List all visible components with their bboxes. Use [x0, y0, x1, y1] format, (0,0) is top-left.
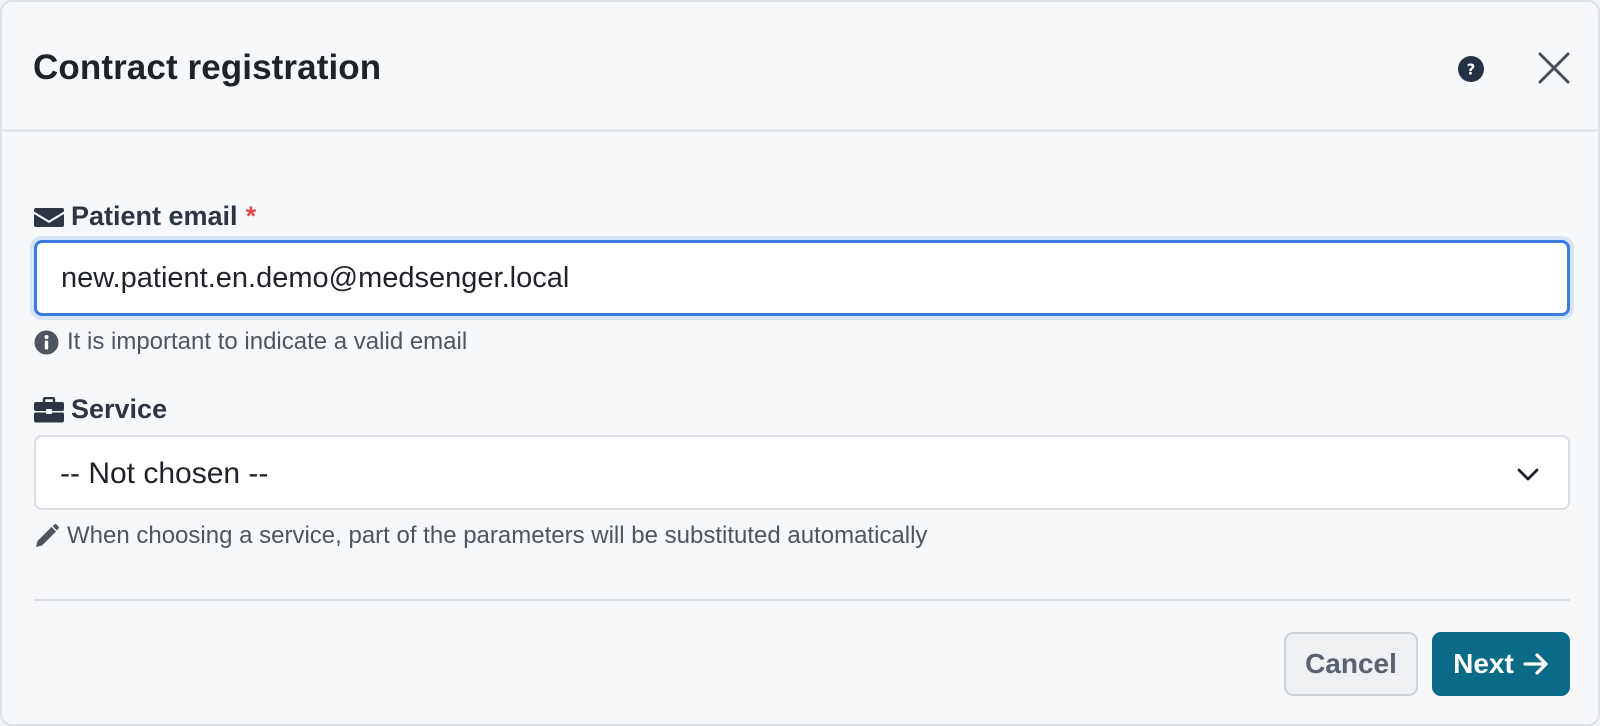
svg-text:?: ?: [1467, 61, 1476, 79]
service-selected-value: -- Not chosen --: [60, 457, 269, 490]
footer-divider: [34, 599, 1570, 601]
service-label-text: Service: [71, 394, 168, 424]
next-button-label: Next: [1453, 648, 1514, 679]
close-icon[interactable]: [1537, 51, 1571, 85]
chevron-down-icon: [1517, 468, 1539, 481]
service-select[interactable]: -- Not chosen --: [34, 435, 1570, 510]
email-hint: It is important to indicate a valid emai…: [34, 328, 467, 356]
envelope-icon: [34, 207, 64, 227]
briefcase-icon: [34, 396, 64, 422]
next-button[interactable]: Next: [1432, 632, 1570, 696]
service-label: Service: [34, 394, 167, 425]
info-circle-icon: [34, 330, 59, 354]
service-hint: When choosing a service, part of the par…: [34, 522, 927, 550]
modal-header: Contract registration ?: [2, 2, 1598, 132]
pencil-icon: [36, 523, 59, 547]
patient-email-label: Patient email *: [34, 201, 256, 232]
service-hint-text: When choosing a service, part of the par…: [67, 522, 928, 549]
modal-title: Contract registration: [33, 48, 382, 87]
required-marker: *: [245, 201, 257, 231]
patient-email-input[interactable]: [34, 240, 1570, 316]
cancel-button-label: Cancel: [1305, 648, 1397, 679]
email-hint-text: It is important to indicate a valid emai…: [67, 328, 468, 355]
cancel-button[interactable]: Cancel: [1284, 632, 1418, 696]
arrow-right-icon: [1523, 653, 1548, 675]
patient-email-label-text: Patient email: [71, 201, 238, 231]
question-circle-icon[interactable]: ?: [1457, 55, 1485, 83]
contract-registration-dialog: Contract registration ? Patient email * …: [0, 0, 1600, 726]
